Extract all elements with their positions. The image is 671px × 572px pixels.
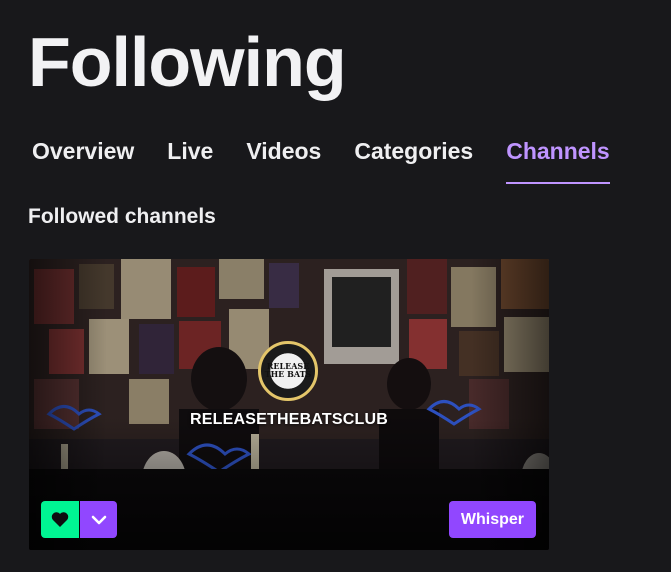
- tab-live[interactable]: Live: [167, 134, 213, 176]
- channel-name[interactable]: RELEASETHEBATSCLUB: [29, 411, 549, 429]
- tab-categories[interactable]: Categories: [354, 134, 473, 176]
- channel-card[interactable]: RELEASE THE BATS RELEASETHEBATSCLUB Whis…: [29, 259, 549, 550]
- channel-avatar[interactable]: RELEASE THE BATS: [258, 341, 318, 401]
- heart-icon: [51, 512, 69, 527]
- whisper-button[interactable]: Whisper: [448, 501, 536, 538]
- avatar-logo-text: RELEASE THE BATS: [264, 361, 312, 379]
- tab-channels[interactable]: Channels: [506, 134, 610, 184]
- tab-bar: Overview Live Videos Categories Channels: [32, 134, 643, 184]
- notification-menu-button[interactable]: [80, 501, 117, 538]
- tab-videos[interactable]: Videos: [246, 134, 321, 176]
- follow-button-group: [41, 501, 117, 538]
- chevron-down-icon: [91, 515, 106, 524]
- unfollow-button[interactable]: [41, 501, 79, 538]
- tab-overview[interactable]: Overview: [32, 134, 134, 176]
- following-page: Following Overview Live Videos Categorie…: [0, 0, 671, 572]
- page-title: Following: [28, 23, 347, 101]
- section-title: Followed channels: [28, 205, 216, 228]
